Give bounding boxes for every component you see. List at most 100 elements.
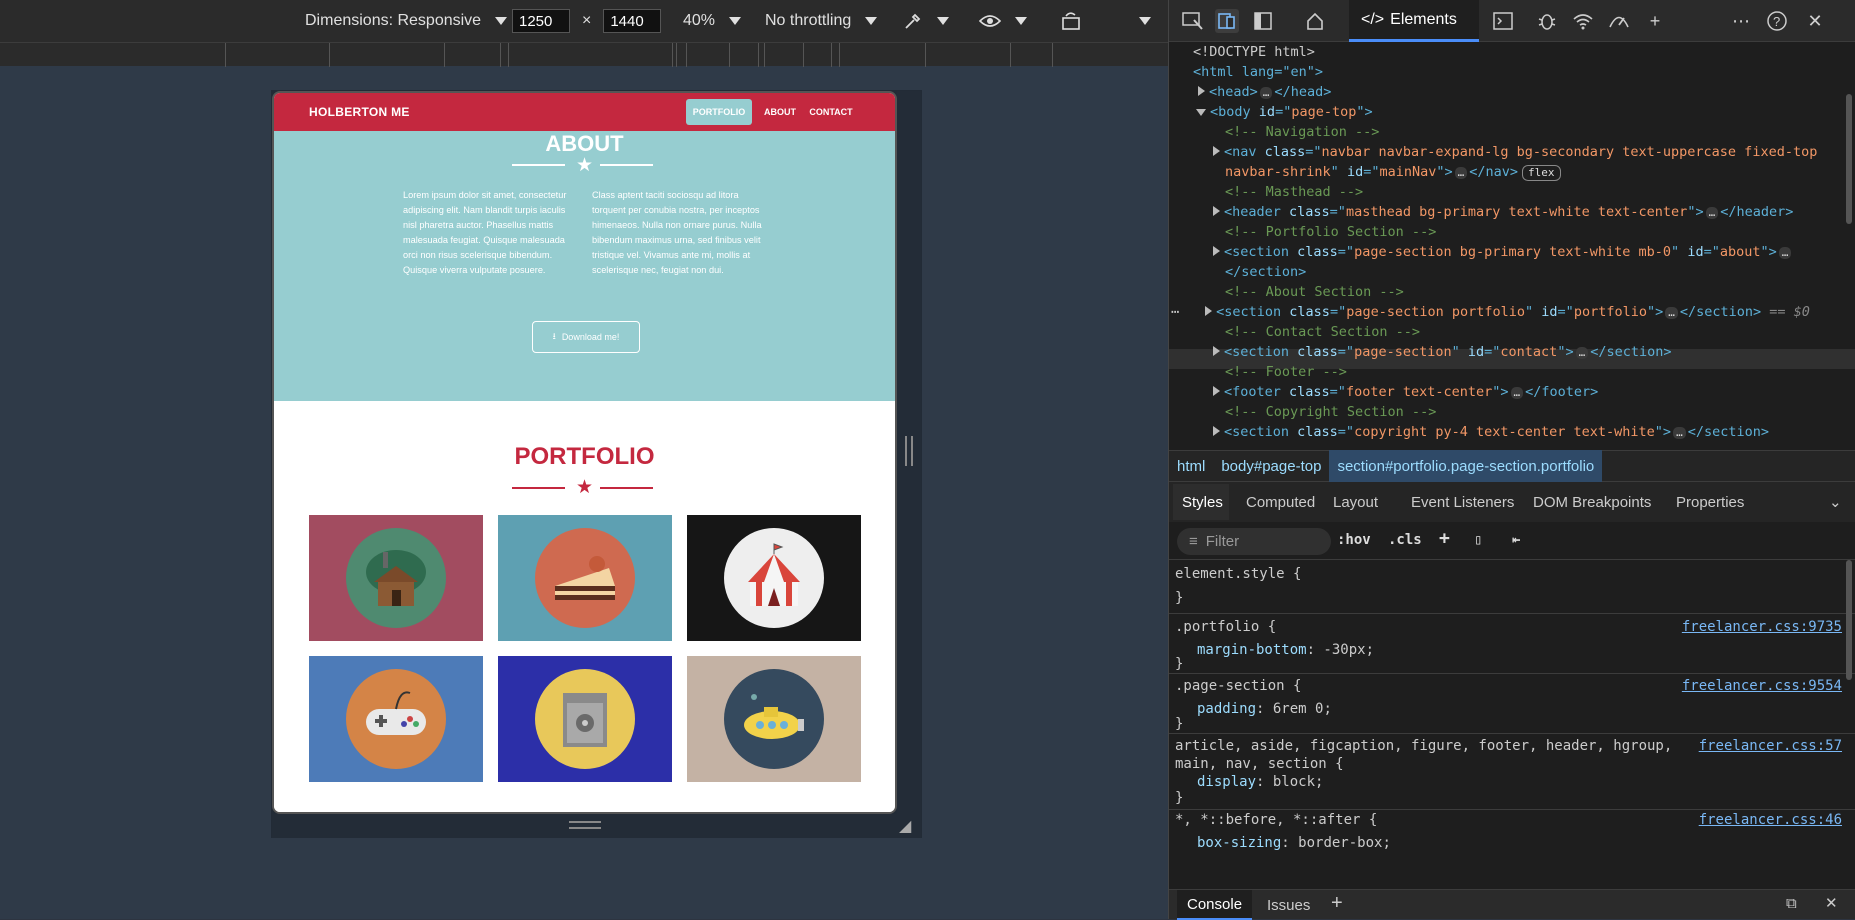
device-toggle-icon[interactable] xyxy=(1215,9,1239,33)
dom-line[interactable]: <header class="masthead bg-primary text-… xyxy=(1213,202,1793,222)
tab-elements[interactable]: </> Elements xyxy=(1349,0,1479,42)
throttle-dropdown[interactable]: No throttling xyxy=(765,0,878,42)
wifi-icon[interactable] xyxy=(1571,9,1595,33)
dom-line[interactable]: <!DOCTYPE html> xyxy=(1193,42,1315,62)
performance-icon[interactable] xyxy=(1607,9,1631,33)
dom-line[interactable]: <section class="page-section bg-primary … xyxy=(1213,242,1793,262)
sidebar-toggle-icon[interactable]: ⇤ xyxy=(1512,532,1520,548)
nav-portfolio[interactable]: PORTFOLIO xyxy=(686,99,752,125)
width-input[interactable] xyxy=(512,9,570,33)
tab-layout[interactable]: Layout xyxy=(1333,482,1378,522)
site-brand[interactable]: HOLBERTON ME xyxy=(309,105,410,119)
dom-line[interactable]: <footer class="footer text-center">… </fo… xyxy=(1213,382,1598,402)
resize-handle-right[interactable] xyxy=(897,91,921,838)
safe-icon xyxy=(535,669,635,769)
dock-drawer-icon[interactable]: ⧉ xyxy=(1786,895,1797,912)
dom-comment[interactable]: <!-- Copyright Section --> xyxy=(1225,402,1436,422)
breadcrumb-item[interactable]: html xyxy=(1169,450,1213,482)
tab-console[interactable]: Console xyxy=(1177,890,1253,920)
tab-computed[interactable]: Computed xyxy=(1246,482,1315,522)
dom-line[interactable]: <section class="copyright py-4 text-cent… xyxy=(1213,422,1769,442)
css-rule[interactable]: .portfolio { freelancer.css:9735 margin-… xyxy=(1169,614,1855,674)
vision-button[interactable] xyxy=(979,0,1027,42)
breadcrumb-item-active[interactable]: section#portfolio.page-section.portfolio xyxy=(1329,450,1603,482)
dom-comment[interactable]: <!-- Footer --> xyxy=(1225,362,1347,382)
nav-about[interactable]: ABOUT xyxy=(762,99,798,125)
new-rule-icon[interactable]: + xyxy=(1439,528,1450,549)
help-icon[interactable]: ? xyxy=(1765,9,1789,33)
star-icon: ★ xyxy=(576,477,594,498)
zoom-dropdown[interactable]: 40% xyxy=(683,0,742,42)
tab-styles[interactable]: Styles xyxy=(1182,482,1223,522)
chevron-down-icon[interactable]: ⌄ xyxy=(1829,482,1842,522)
tab-properties[interactable]: Properties xyxy=(1676,482,1744,522)
dom-comment[interactable]: <!-- Navigation --> xyxy=(1225,122,1379,142)
dom-comment[interactable]: <!-- Portfolio Section --> xyxy=(1225,222,1436,242)
plus-icon[interactable]: + xyxy=(1331,892,1343,915)
dom-line[interactable]: <nav class="navbar navbar-expand-lg bg-s… xyxy=(1213,142,1817,162)
portfolio-section: PORTFOLIO ★ xyxy=(274,401,895,812)
download-button[interactable]: ⭳ Download me! xyxy=(532,321,640,353)
gamepad-icon xyxy=(346,669,446,769)
source-link: freelancer.css:46 xyxy=(1698,812,1842,828)
tab-event-listeners[interactable]: Event Listeners xyxy=(1411,482,1514,522)
home-icon[interactable] xyxy=(1303,9,1327,33)
dom-line[interactable]: navbar-shrink" id="mainNav">… </nav> flex xyxy=(1225,162,1561,182)
dom-comment[interactable]: <!-- About Section --> xyxy=(1225,282,1404,302)
dimensions-dropdown[interactable]: Dimensions: Responsive xyxy=(305,0,508,42)
hov-button[interactable]: :hov xyxy=(1337,532,1371,548)
chevron-down-icon xyxy=(937,17,949,25)
dom-line[interactable]: <section class="page-section" id="contac… xyxy=(1213,342,1671,362)
cls-button[interactable]: .cls xyxy=(1388,532,1422,548)
bug-icon[interactable] xyxy=(1535,9,1559,33)
expand-icon xyxy=(1205,306,1213,316)
portfolio-item[interactable] xyxy=(498,515,672,641)
css-rule[interactable]: element.style { } xyxy=(1169,560,1855,614)
paint-icon[interactable]: ▯ xyxy=(1474,532,1482,548)
dom-line-selected[interactable]: ⋯ <section class="page-section portfolio"… xyxy=(1171,302,1855,322)
site-navbar: HOLBERTON ME PORTFOLIO ABOUT CONTACT xyxy=(274,93,895,131)
height-input[interactable] xyxy=(603,9,662,33)
tab-elements-label: Elements xyxy=(1390,10,1457,28)
css-rule[interactable]: article, aside, figcaption, figure, foot… xyxy=(1169,734,1855,810)
css-rule[interactable]: .page-section { freelancer.css:9554 padd… xyxy=(1169,674,1855,734)
nav-contact[interactable]: CONTACT xyxy=(806,99,856,125)
inspect-icon[interactable] xyxy=(1181,9,1205,33)
more-options-button[interactable] xyxy=(1133,0,1151,42)
tab-dom-breakpoints[interactable]: DOM Breakpoints xyxy=(1533,482,1651,522)
rotate-button[interactable] xyxy=(1060,0,1082,42)
media-query-ruler[interactable] xyxy=(0,42,1168,67)
breadcrumb-item[interactable]: body#page-top xyxy=(1213,450,1329,482)
eyedropper-button[interactable] xyxy=(903,0,949,42)
close-icon[interactable]: ✕ xyxy=(1803,9,1827,33)
resize-corner-icon[interactable]: ◢ xyxy=(899,816,911,836)
dock-icon[interactable] xyxy=(1251,9,1275,33)
dom-line[interactable]: <head>… </head> xyxy=(1198,82,1331,102)
more-icon[interactable]: ⋯ xyxy=(1729,9,1753,33)
breadcrumb: html body#page-top section#portfolio.pag… xyxy=(1169,450,1855,482)
dom-line[interactable]: </section> xyxy=(1225,262,1306,282)
console-icon[interactable] xyxy=(1491,9,1515,33)
scrollbar[interactable] xyxy=(1846,94,1852,224)
eye-icon xyxy=(979,15,1001,27)
ellipsis-icon: … xyxy=(1665,307,1678,319)
scrollbar[interactable] xyxy=(1846,560,1852,680)
dom-line[interactable]: <html lang="en"> xyxy=(1193,62,1323,82)
dom-line[interactable]: <body id="page-top"> xyxy=(1196,102,1373,122)
tab-issues[interactable]: Issues xyxy=(1267,890,1310,920)
close-icon[interactable]: ✕ xyxy=(1825,894,1838,912)
filter-input[interactable]: ≡ Filter xyxy=(1177,528,1331,555)
portfolio-item[interactable] xyxy=(309,515,483,641)
plus-icon[interactable]: + xyxy=(1643,9,1667,33)
dom-comment[interactable]: <!-- Masthead --> xyxy=(1225,182,1363,202)
css-rule[interactable]: *, *::before, *::after { freelancer.css:… xyxy=(1169,810,1855,870)
divider-line xyxy=(512,487,565,489)
dom-tree: <!DOCTYPE html> <html lang="en"> <head>…… xyxy=(1169,42,1855,450)
portfolio-item[interactable] xyxy=(687,515,861,641)
portfolio-item[interactable] xyxy=(687,656,861,782)
portfolio-item[interactable] xyxy=(498,656,672,782)
portfolio-item[interactable] xyxy=(309,656,483,782)
devtools-tabbar: </> Elements + ⋯ ? ✕ xyxy=(1169,0,1855,42)
dom-comment[interactable]: <!-- Contact Section --> xyxy=(1225,322,1420,342)
resize-handle-bottom[interactable] xyxy=(272,814,921,838)
